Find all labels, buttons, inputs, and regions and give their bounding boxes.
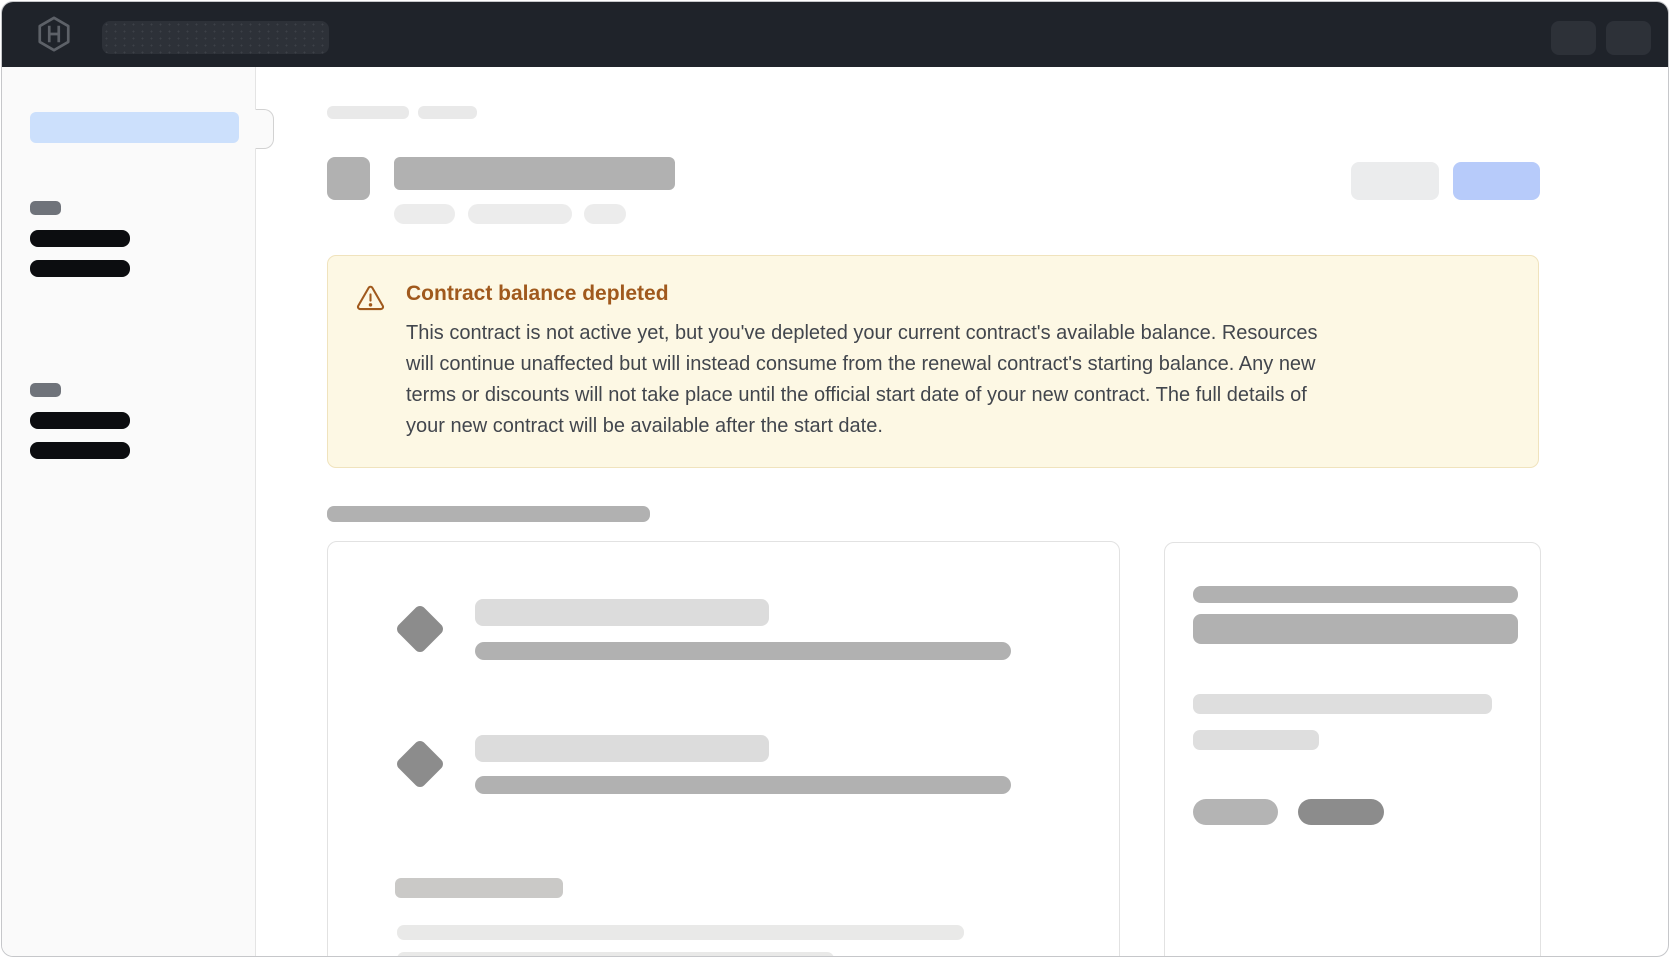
list-item-title-skeleton <box>475 735 769 762</box>
breadcrumb-item-skeleton <box>418 106 477 119</box>
detail-heading-skeleton <box>1193 614 1518 644</box>
list-item-diamond-icon <box>395 739 446 790</box>
section-heading-skeleton <box>327 506 650 522</box>
page-icon-skeleton <box>327 157 370 200</box>
primary-button-skeleton[interactable] <box>1453 162 1540 200</box>
list-card <box>327 541 1120 957</box>
card-text-skeleton <box>397 952 834 957</box>
detail-text-skeleton <box>1193 730 1319 750</box>
secondary-button-skeleton[interactable] <box>1351 162 1439 200</box>
page-title-skeleton <box>394 157 675 190</box>
card-button-skeleton-2[interactable] <box>1298 799 1384 825</box>
meta-pill-skeleton <box>394 204 455 224</box>
list-item-title-skeleton <box>475 599 769 626</box>
list-item-diamond-icon <box>395 604 446 655</box>
main-content: Contract balance depleted This contract … <box>2 2 1668 956</box>
alert-banner: Contract balance depleted This contract … <box>327 255 1539 468</box>
alert-title: Contract balance depleted <box>406 281 1317 307</box>
detail-heading-skeleton <box>1193 586 1518 603</box>
meta-pill-skeleton <box>468 204 572 224</box>
alert-content: Contract balance depleted This contract … <box>406 281 1317 442</box>
detail-text-skeleton <box>1193 694 1492 714</box>
card-label-skeleton <box>395 878 563 898</box>
breadcrumb-item-skeleton <box>327 106 409 119</box>
alert-body: This contract is not active yet, but you… <box>406 318 1317 442</box>
card-text-skeleton <box>397 925 964 940</box>
card-button-skeleton-1[interactable] <box>1193 799 1278 825</box>
app-window: Contract balance depleted This contract … <box>1 1 1669 957</box>
warning-triangle-icon <box>355 283 386 314</box>
list-item-subtitle-skeleton <box>475 776 1011 794</box>
meta-pill-skeleton <box>584 204 626 224</box>
detail-card <box>1164 542 1541 957</box>
list-item-subtitle-skeleton <box>475 642 1011 660</box>
